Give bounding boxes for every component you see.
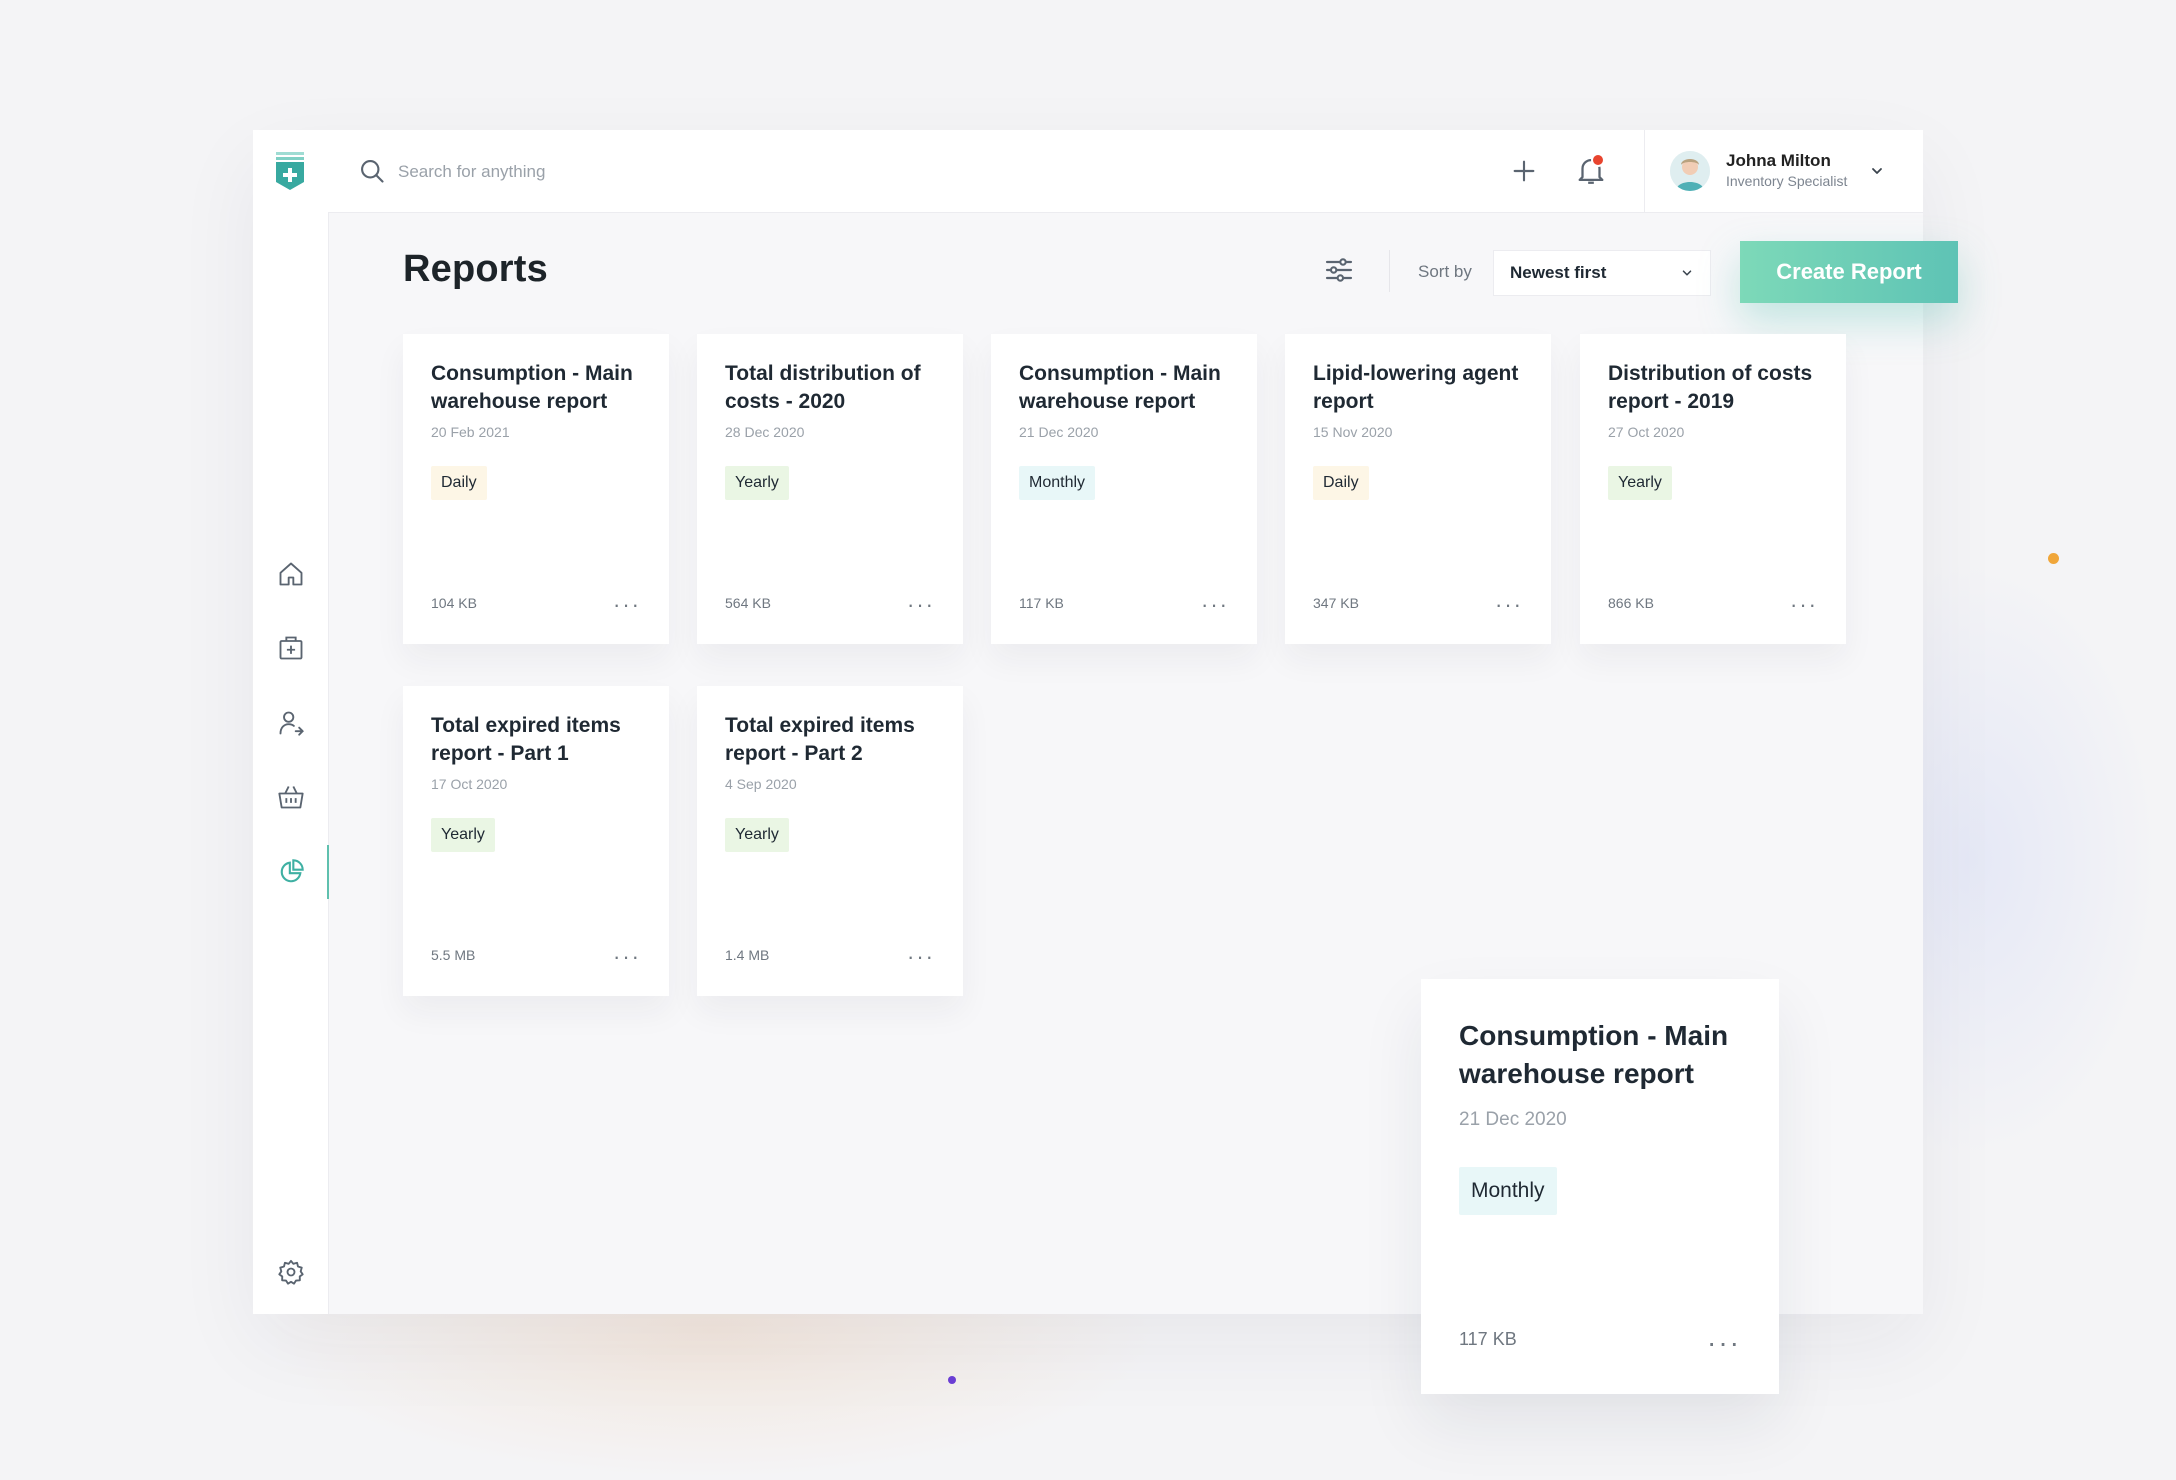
- report-date: 4 Sep 2020: [725, 776, 797, 792]
- report-title: Consumption - Main warehouse report: [1019, 362, 1221, 413]
- more-options-button[interactable]: ···: [1495, 594, 1523, 616]
- more-options-button[interactable]: ···: [1707, 1329, 1741, 1357]
- report-card[interactable]: Distribution of costs report - 2019 27 O…: [1580, 334, 1846, 644]
- frequency-badge: Yearly: [431, 818, 495, 852]
- more-options-button[interactable]: ···: [907, 594, 935, 616]
- search-input[interactable]: [396, 154, 900, 190]
- sidebar: [253, 130, 329, 1314]
- report-title: Total expired items report - Part 1: [431, 714, 621, 765]
- divider: [1389, 250, 1390, 292]
- report-title: Total expired items report - Part 2: [725, 714, 915, 765]
- sidebar-item-inventory[interactable]: [253, 621, 328, 675]
- sort-select[interactable]: Newest first: [1493, 250, 1711, 296]
- report-title: Total distribution of costs - 2020: [725, 362, 921, 413]
- file-size: 117 KB: [1019, 595, 1064, 611]
- report-date: 15 Nov 2020: [1313, 424, 1393, 440]
- gear-icon: [277, 1259, 304, 1285]
- more-options-button[interactable]: ···: [613, 946, 641, 968]
- file-size: 104 KB: [431, 595, 477, 611]
- chevron-down-icon: [1872, 168, 1883, 174]
- report-card-drag-preview[interactable]: Consumption - Main warehouse report 21 D…: [1421, 979, 1779, 1394]
- top-bar: Johna Milton Inventory Specialist: [328, 130, 1923, 213]
- divider: [1644, 130, 1645, 212]
- decorative-dot-orange: [2048, 553, 2059, 564]
- notification-badge: [1591, 153, 1605, 167]
- more-options-button[interactable]: ···: [1790, 594, 1818, 616]
- filter-button[interactable]: [1323, 254, 1355, 286]
- frequency-badge: Yearly: [1608, 466, 1672, 500]
- plus-icon: [1513, 160, 1535, 182]
- report-title: Distribution of costs report - 2019: [1608, 362, 1813, 413]
- file-size: 564 KB: [725, 595, 771, 611]
- notifications-button[interactable]: [1574, 152, 1608, 188]
- sliders-icon: [1325, 258, 1353, 282]
- more-options-button[interactable]: ···: [1201, 594, 1229, 616]
- file-size: 347 KB: [1313, 595, 1359, 611]
- report-card[interactable]: Total distribution of costs - 2020 28 De…: [697, 334, 963, 644]
- app-logo-icon[interactable]: [273, 152, 307, 192]
- frequency-badge: Yearly: [725, 818, 789, 852]
- frequency-badge: Daily: [431, 466, 487, 500]
- report-card[interactable]: Consumption - Main warehouse report 21 D…: [991, 334, 1257, 644]
- report-date: 21 Dec 2020: [1019, 424, 1099, 440]
- sidebar-item-settings[interactable]: [253, 1245, 328, 1299]
- page-title: Reports: [403, 248, 548, 290]
- decorative-dot-purple: [948, 1376, 956, 1384]
- medical-kit-icon: [279, 636, 302, 660]
- frequency-badge: Daily: [1313, 466, 1369, 500]
- user-name: Johna Milton: [1726, 151, 1831, 170]
- report-date: 28 Dec 2020: [725, 424, 805, 440]
- sidebar-item-reports[interactable]: [253, 845, 329, 899]
- report-date: 27 Oct 2020: [1608, 424, 1685, 440]
- more-options-button[interactable]: ···: [613, 594, 641, 616]
- home-icon: [279, 562, 302, 586]
- file-size: 5.5 MB: [431, 947, 476, 963]
- sidebar-item-users[interactable]: [253, 696, 328, 750]
- sidebar-item-orders[interactable]: [253, 770, 328, 824]
- add-button[interactable]: [1508, 155, 1540, 187]
- frequency-badge: Monthly: [1459, 1167, 1557, 1215]
- report-date: 20 Feb 2021: [431, 424, 510, 440]
- sort-value: Newest first: [1510, 263, 1607, 282]
- report-date: 17 Oct 2020: [431, 776, 508, 792]
- sort-label: Sort by: [1418, 262, 1472, 281]
- search-icon: [361, 160, 384, 183]
- user-transfer-icon: [279, 711, 304, 736]
- file-size: 1.4 MB: [725, 947, 770, 963]
- report-title: Lipid-lowering agent report: [1313, 362, 1519, 413]
- report-title: Consumption - Main warehouse report: [431, 362, 633, 413]
- create-report-button[interactable]: Create Report: [1740, 241, 1958, 303]
- pie-chart-icon: [280, 859, 304, 883]
- frequency-badge: Yearly: [725, 466, 789, 500]
- basket-icon: [277, 786, 304, 809]
- more-options-button[interactable]: ···: [907, 946, 935, 968]
- chevron-down-icon: [1682, 270, 1692, 276]
- user-role: Inventory Specialist: [1726, 173, 1848, 189]
- user-menu[interactable]: Johna Milton Inventory Specialist: [1670, 148, 1885, 194]
- avatar: [1670, 151, 1710, 191]
- report-card[interactable]: Total expired items report - Part 2 4 Se…: [697, 686, 963, 996]
- report-card[interactable]: Lipid-lowering agent report 15 Nov 2020 …: [1285, 334, 1551, 644]
- report-date: 21 Dec 2020: [1459, 1109, 1567, 1130]
- frequency-badge: Monthly: [1019, 466, 1096, 500]
- report-title: Consumption - Main warehouse report: [1459, 1020, 1729, 1089]
- file-size: 866 KB: [1608, 595, 1654, 611]
- report-card[interactable]: Consumption - Main warehouse report 20 F…: [403, 334, 669, 644]
- file-size: 117 KB: [1459, 1329, 1517, 1349]
- sidebar-item-home[interactable]: [253, 547, 328, 601]
- report-card[interactable]: Total expired items report - Part 1 17 O…: [403, 686, 669, 996]
